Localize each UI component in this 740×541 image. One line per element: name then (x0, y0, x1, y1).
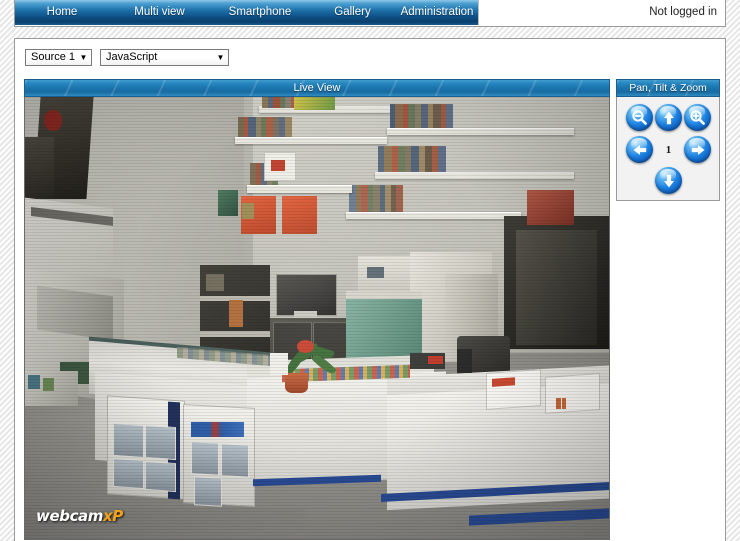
webcam-scene-image (25, 97, 609, 539)
ptz-position-indicator: 1 (665, 143, 672, 156)
main-navigation: Home Multi view Smartphone Gallery Admin… (15, 0, 479, 25)
viewer-mode-select[interactable]: JavaScript ▼ (100, 49, 229, 66)
arrow-down-icon (663, 174, 674, 187)
zoom-out-button[interactable] (626, 104, 653, 131)
zoom-in-button[interactable] (684, 104, 711, 131)
nav-item-gallery[interactable]: Gallery (310, 0, 395, 25)
live-video-frame[interactable]: webcamxP (24, 97, 610, 540)
chevron-down-icon: ▼ (79, 52, 88, 62)
pan-right-button[interactable] (684, 136, 711, 163)
top-header-bar: Home Multi view Smartphone Gallery Admin… (14, 0, 726, 27)
source-controls-row: Source 1 ▼ JavaScript ▼ (25, 49, 229, 66)
watermark-accent-text: xP (103, 507, 123, 525)
webcamxp-watermark: webcamxP (36, 507, 123, 525)
ptz-panel-title: Pan, Tilt & Zoom (616, 79, 720, 97)
nav-item-multi-view[interactable]: Multi view (109, 0, 210, 25)
watermark-main-text: webcam (36, 507, 104, 525)
pan-left-button[interactable] (626, 136, 653, 163)
ptz-controls: 1 (616, 97, 720, 201)
arrow-left-icon (633, 144, 646, 155)
arrow-up-icon (663, 111, 674, 124)
zoom-in-icon (690, 110, 705, 125)
source-select[interactable]: Source 1 ▼ (25, 49, 92, 66)
live-view-title: Live View (293, 82, 341, 94)
tilt-up-button[interactable] (655, 104, 682, 131)
nav-item-administration[interactable]: Administration (395, 0, 479, 25)
nav-item-home[interactable]: Home (15, 0, 109, 25)
source-select-value: Source 1 (31, 51, 76, 63)
chevron-down-icon: ▼ (216, 52, 225, 62)
login-status-label: Not logged in (649, 6, 717, 18)
tilt-down-button[interactable] (655, 167, 682, 194)
viewer-mode-select-value: JavaScript (106, 51, 158, 63)
main-content-panel: Source 1 ▼ JavaScript ▼ Live View webcam… (14, 38, 726, 541)
live-view-header: Live View (24, 79, 610, 97)
ptz-panel: Pan, Tilt & Zoom 1 (616, 79, 720, 201)
nav-item-smartphone[interactable]: Smartphone (210, 0, 310, 25)
zoom-out-icon (632, 110, 647, 125)
live-view-column: Live View webcamxP (24, 79, 610, 540)
arrow-right-icon (691, 144, 704, 155)
